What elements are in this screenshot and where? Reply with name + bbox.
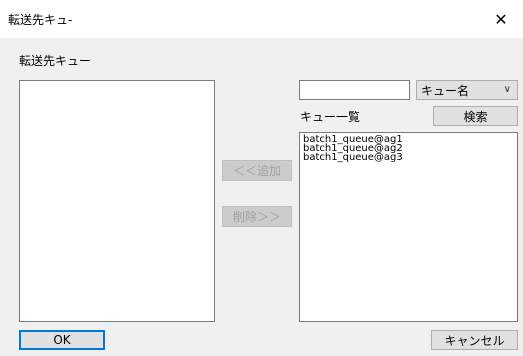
destination-queue-list[interactable]: [19, 80, 215, 322]
remove-button[interactable]: 削除＞＞: [222, 206, 292, 227]
chevron-down-icon: ∨: [503, 84, 511, 95]
add-button[interactable]: ＜＜追加: [222, 160, 292, 181]
window-title: 転送先キュ-: [8, 13, 73, 27]
search-input[interactable]: [299, 80, 410, 100]
queue-field-select-value: キュー名: [421, 83, 470, 98]
cancel-button[interactable]: キャンセル: [431, 330, 518, 350]
queue-list[interactable]: batch1_queue@ag1 batch1_queue@ag2 batch1…: [299, 132, 518, 322]
ok-button[interactable]: OK: [19, 330, 105, 350]
destination-queue-label: 転送先キュー: [19, 54, 92, 68]
close-button[interactable]: ✕: [479, 0, 523, 38]
queue-list-label: キュー一覧: [300, 110, 361, 124]
search-button[interactable]: 検索: [433, 106, 518, 126]
queue-list-item[interactable]: batch1_queue@ag3: [300, 153, 517, 163]
title-bar: 転送先キュ- ✕: [0, 0, 523, 38]
close-icon: ✕: [494, 9, 508, 29]
queue-field-select[interactable]: キュー名 ∨: [416, 80, 518, 100]
